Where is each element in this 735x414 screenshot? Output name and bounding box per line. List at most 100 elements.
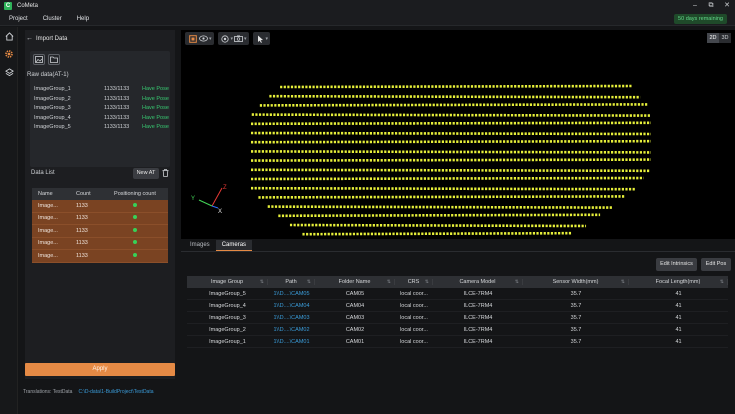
status-path-link[interactable]: C:\D-data\1-BuildProject\TestData	[78, 389, 153, 395]
home-icon[interactable]	[0, 27, 18, 45]
col-positioning-header[interactable]: Positioning count	[102, 191, 168, 197]
table-row[interactable]: Image... 1133	[32, 250, 168, 263]
col-count-header[interactable]: Count	[66, 191, 102, 197]
x-axis-line	[211, 205, 219, 209]
restore-icon[interactable]: ⧉	[703, 0, 719, 12]
table-row[interactable]: ImageGroup_2 1\\D....\CAM02 CAM02 local …	[187, 324, 728, 336]
positioned-status-icon	[133, 215, 137, 220]
back-arrow-icon[interactable]: ←	[26, 35, 34, 43]
y-axis-label: Y	[191, 196, 195, 202]
sort-icon[interactable]: ⇅	[307, 279, 311, 285]
raw-data-row[interactable]: ImageGroup_1 1133/1133 Have Pose	[30, 86, 169, 95]
trash-icon[interactable]	[162, 169, 170, 178]
data-list-label: Data List	[31, 170, 55, 176]
table-row[interactable]: Image... 1133	[32, 225, 168, 238]
import-data-panel: ← Import Data Raw data(AT-1) ImageGroup_…	[25, 30, 175, 379]
status-bar: Translations: TestData C:\D-data\1-Build…	[18, 386, 735, 398]
toolbar-group-cursor: ▾	[252, 32, 271, 45]
chevron-down-icon[interactable]: ▾	[209, 36, 212, 42]
import-images-button[interactable]	[33, 54, 45, 65]
new-at-button[interactable]: New AT	[133, 168, 159, 179]
table-row[interactable]: ImageGroup_5 1\\D....\CAM05 CAM05 local …	[187, 288, 728, 300]
minimize-icon[interactable]: –	[687, 0, 703, 12]
sort-icon[interactable]: ⇅	[720, 279, 724, 285]
layers-icon[interactable]	[0, 63, 18, 81]
menu-project[interactable]: Project	[9, 16, 28, 22]
import-images-icon	[35, 56, 43, 63]
raw-status: Have Pose	[142, 86, 169, 92]
col-camera-model-header[interactable]: Camera Model ⇅	[433, 279, 523, 285]
col-path-header[interactable]: Path ⇅	[268, 279, 315, 285]
raw-data-row[interactable]: ImageGroup_2 1133/1133 Have Pose	[30, 96, 169, 105]
sort-icon[interactable]: ⇅	[515, 279, 519, 285]
table-row[interactable]: Image... 1133	[32, 237, 168, 250]
import-folder-button[interactable]	[48, 54, 60, 65]
tabs-divider	[181, 251, 735, 252]
left-icon-bar	[0, 27, 18, 414]
sort-icon[interactable]: ⇅	[387, 279, 391, 285]
path-link[interactable]: 1\\D....\CAM02	[268, 327, 315, 333]
point-cloud-viewer[interactable]: Z Y X ▾ ▾ ▾ ▾ 2D 3D	[181, 30, 735, 239]
x-axis-label: X	[218, 209, 222, 215]
table-row[interactable]: Image... 1133	[32, 212, 168, 225]
camera-row-points	[250, 121, 652, 126]
eye-icon	[199, 35, 208, 42]
edit-intrinsics-button[interactable]: Edit Intrinsics	[656, 258, 697, 271]
col-sensor-width-header[interactable]: Sensor Width(mm) ⇅	[523, 279, 629, 285]
path-link[interactable]: 1\\D....\CAM01	[268, 339, 315, 345]
mode-3d-button[interactable]: 3D	[719, 33, 731, 43]
raw-status: Have Pose	[142, 124, 169, 130]
settings-icon[interactable]	[0, 45, 18, 63]
z-axis-label: Z	[223, 185, 227, 191]
menu-bar: Project Cluster Help 50 days remaining	[0, 12, 735, 26]
col-focal-length-header[interactable]: Focal Length(mm) ⇅	[629, 279, 728, 285]
folder-icon	[50, 56, 58, 63]
rect-select-tool-button[interactable]	[187, 33, 198, 44]
path-link[interactable]: 1\\D....\CAM04	[268, 303, 315, 309]
bottom-tabs: Images Cameras	[184, 240, 253, 251]
edit-pos-button[interactable]: Edit Pos	[701, 258, 731, 271]
camera-row-points	[278, 213, 601, 218]
tab-cameras[interactable]: Cameras	[215, 240, 253, 251]
tab-images[interactable]: Images	[184, 240, 216, 251]
toolbar-group-select: ▾	[185, 32, 214, 45]
table-row[interactable]: Image... 1133	[32, 200, 168, 213]
table-row[interactable]: ImageGroup_4 1\\D....\CAM04 CAM04 local …	[187, 300, 728, 312]
col-crs-header[interactable]: CRS ⇅	[395, 279, 433, 285]
close-icon[interactable]: ✕	[719, 0, 735, 12]
camera-icon	[234, 35, 243, 42]
camera-row-points	[250, 158, 652, 162]
raw-data-row[interactable]: ImageGroup_4 1133/1133 Have Pose	[30, 115, 169, 124]
point-cloud-canvas[interactable]: Z Y X	[181, 30, 735, 239]
table-row[interactable]: ImageGroup_3 1\\D....\CAM03 CAM03 local …	[187, 312, 728, 324]
positioned-status-icon	[133, 252, 137, 257]
menu-help[interactable]: Help	[77, 16, 89, 22]
sort-icon[interactable]: ⇅	[621, 279, 625, 285]
raw-data-title: Raw data(AT-1)	[27, 72, 69, 78]
camera-button[interactable]	[233, 33, 244, 44]
col-name-header[interactable]: Name	[32, 191, 66, 197]
col-image-group-header[interactable]: Image Group ⇅	[187, 279, 268, 285]
raw-data-row[interactable]: ImageGroup_5 1133/1133 Have Pose	[30, 124, 169, 133]
y-axis-line	[198, 199, 213, 207]
sort-icon[interactable]: ⇅	[425, 279, 429, 285]
path-link[interactable]: 1\\D....\CAM03	[268, 315, 315, 321]
mode-2d-button[interactable]: 2D	[707, 33, 719, 43]
camera-row-points	[259, 103, 648, 107]
raw-data-row[interactable]: ImageGroup_3 1133/1133 Have Pose	[30, 105, 169, 114]
path-link[interactable]: 1\\D....\CAM05	[268, 291, 315, 297]
display-button[interactable]	[220, 33, 231, 44]
col-folder-header[interactable]: Folder Name ⇅	[315, 279, 395, 285]
status-label: Translations: TestData	[23, 389, 73, 395]
view-mode-button[interactable]	[198, 33, 209, 44]
chevron-down-icon[interactable]: ▾	[266, 36, 269, 42]
sort-icon[interactable]: ⇅	[260, 279, 264, 285]
table-row[interactable]: ImageGroup_1 1\\D....\CAM01 CAM01 local …	[187, 336, 728, 348]
title-bar: C CoMeta – ⧉ ✕	[0, 0, 735, 12]
pointer-tool-button[interactable]	[255, 33, 266, 44]
camera-row-points	[289, 223, 587, 228]
chevron-down-icon[interactable]: ▾	[244, 36, 247, 42]
menu-cluster[interactable]: Cluster	[43, 16, 62, 22]
apply-button[interactable]: Apply	[25, 363, 175, 376]
panel-header: ← Import Data	[25, 33, 67, 45]
